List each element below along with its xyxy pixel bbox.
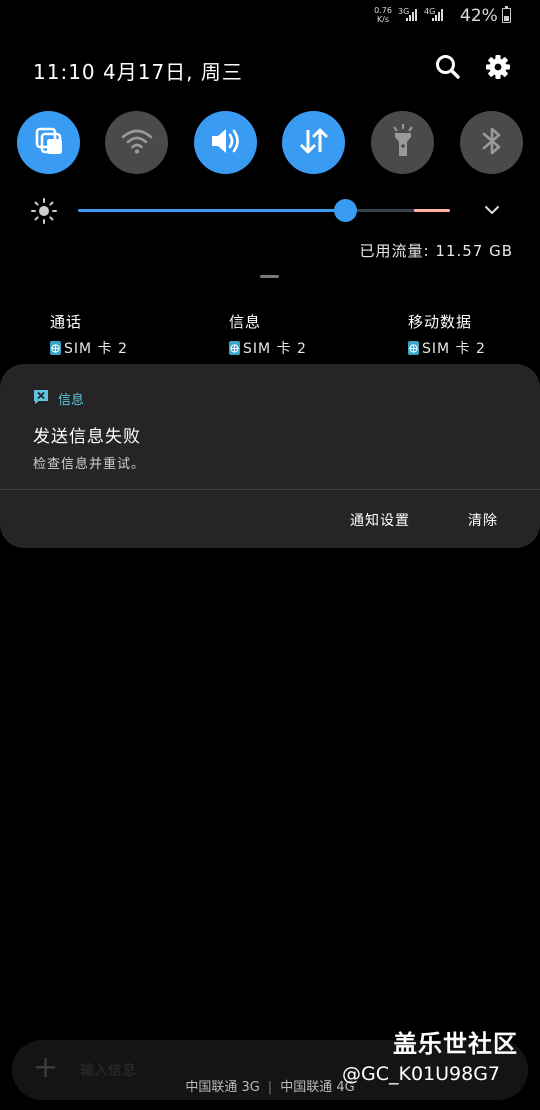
drag-handle[interactable] [260,275,279,278]
volume-icon [208,125,244,161]
message-error-icon [32,388,50,406]
chevron-down-icon[interactable] [482,200,502,220]
sim1-signal-icon: 3G [398,7,426,23]
sim-card-icon [50,341,61,355]
notification-body: 检查信息并重试。 [33,457,146,472]
notification-settings-button[interactable]: 通知设置 [350,510,410,530]
sim-card-icon [408,341,419,355]
bluetooth-icon [479,124,505,162]
network-speed: 0.76 K/s [372,6,394,24]
data-arrows-icon [297,124,331,162]
flashlight-toggle[interactable] [371,111,434,174]
clear-button[interactable]: 清除 [468,510,498,530]
brightness-icon [29,196,59,226]
notification-divider [0,489,540,490]
notification-title: 发送信息失败 [33,427,141,447]
wifi-icon [120,126,154,160]
sim-default-title: 信息 [229,313,262,331]
sim-default-mobile-data[interactable]: 移动数据 SIM 卡 2 [408,311,486,358]
sound-toggle[interactable] [194,111,257,174]
watermark-user: @GC_K01U98G7 [342,1063,501,1085]
sim2-signal-icon: 4G [424,7,452,23]
sim-default-value: SIM 卡 2 [64,341,128,357]
data-usage-label: 已用流量: 11.57 GB [359,242,513,260]
net-speed-value: 0.76 [374,6,392,15]
date-time: 11:10 4月17日, 周三 [33,60,243,84]
brightness-fill [78,209,346,212]
search-icon[interactable] [433,52,463,82]
notification-app-name: 信息 [58,393,85,408]
sim-default-value: SIM 卡 2 [243,341,307,357]
sim-card-icon [229,341,240,355]
carrier-sim1: 中国联通 3G [185,1080,260,1095]
net-speed-unit: K/s [376,15,390,24]
mobile-data-toggle[interactable] [282,111,345,174]
battery-percent: 42% [460,6,498,26]
gear-icon[interactable] [483,52,513,82]
bluetooth-toggle[interactable] [460,111,523,174]
sim-default-calls[interactable]: 通话 SIM 卡 2 [50,311,128,358]
sim-default-title: 移动数据 [408,313,473,331]
multi-window-icon [31,123,67,163]
status-bar: 0.76 K/s 3G 4G 42% [0,0,540,32]
wifi-toggle[interactable] [105,111,168,174]
flashlight-icon [388,123,418,163]
battery-icon [502,6,511,23]
watermark-site: 盖乐世社区 [393,1030,518,1058]
multi-window-toggle[interactable] [17,111,80,174]
sim-default-messages[interactable]: 信息 SIM 卡 2 [229,311,307,358]
brightness-slider[interactable] [78,209,450,212]
brightness-high-zone [414,209,450,212]
sim-default-title: 通话 [50,313,83,331]
brightness-slider-thumb[interactable] [334,199,358,222]
sim-default-value: SIM 卡 2 [422,341,486,357]
